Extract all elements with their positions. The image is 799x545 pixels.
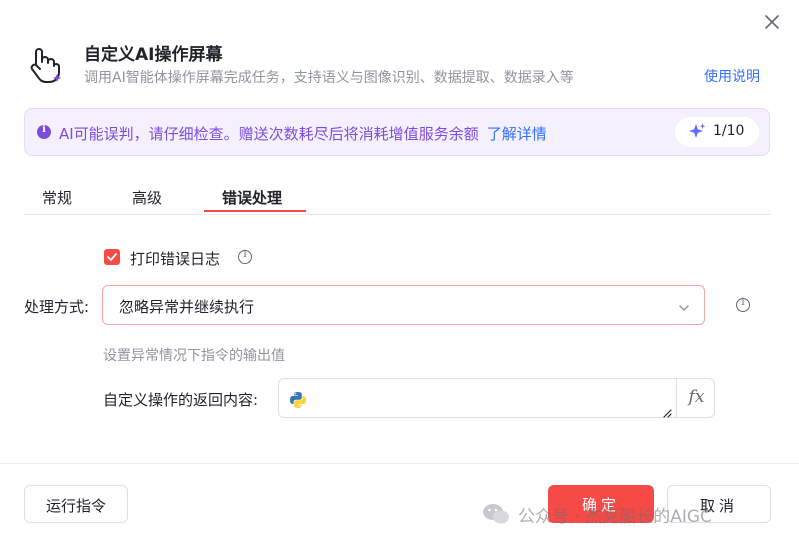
chevron-down-icon (678, 299, 690, 311)
info-icon[interactable] (736, 297, 750, 312)
wechat-icon (482, 502, 510, 526)
run-command-button[interactable]: 运行指令 (24, 485, 128, 523)
mode-select[interactable]: 忽略异常并继续执行 (102, 285, 705, 325)
mode-select-value: 忽略异常并继续执行 (119, 298, 255, 316)
help-link[interactable]: 使用说明 (704, 66, 760, 86)
fx-label: fx (688, 387, 705, 407)
return-content-input[interactable]: fx (278, 378, 715, 418)
tab-general[interactable]: 常规 (42, 187, 72, 208)
watermark-text: 公众号 · 杰克船长的AIGC (518, 507, 712, 527)
run-command-label: 运行指令 (45, 497, 106, 515)
tab-error-handling[interactable]: 错误处理 (222, 187, 282, 208)
quota-count: 1/10 (713, 123, 745, 139)
print-log-label: 打印错误日志 (130, 250, 221, 268)
info-icon (37, 124, 51, 139)
mode-label: 处理方式: (24, 298, 90, 316)
notice-message: AI可能误判，请仔细检查。赠送次数耗尽后将消耗增值服务余额 (59, 125, 479, 143)
output-hint: 设置异常情况下指令的输出值 (103, 348, 285, 364)
sparkle-icon (687, 122, 707, 142)
tab-bar: 常规 高级 错误处理 (24, 180, 771, 215)
fx-button[interactable]: fx (676, 379, 716, 417)
close-icon[interactable] (762, 12, 782, 32)
print-log-checkbox[interactable] (104, 249, 120, 265)
notice-banner: AI可能误判，请仔细检查。赠送次数耗尽后将消耗增值服务余额了解详情 1/10 (24, 108, 770, 156)
dialog-subtitle: 调用AI智能体操作屏幕完成任务，支持语义与图像识别、数据提取、数据录入等 (84, 70, 574, 86)
quota-badge: 1/10 (675, 117, 759, 147)
tab-advanced[interactable]: 高级 (132, 187, 162, 208)
resize-handle-icon[interactable] (662, 403, 672, 418)
notice-text: AI可能误判，请仔细检查。赠送次数耗尽后将消耗增值服务余额 了解详情 (59, 123, 547, 144)
dialog-title: 自定义AI操作屏幕 (84, 45, 223, 65)
return-content-label: 自定义操作的返回内容: (103, 391, 259, 409)
info-icon[interactable] (238, 249, 252, 264)
footer-divider (0, 463, 799, 464)
hand-pointer-icon (24, 44, 66, 86)
learn-more-link[interactable]: 了解详情 (487, 125, 547, 143)
active-tab-indicator (204, 210, 306, 212)
python-icon (289, 391, 307, 409)
